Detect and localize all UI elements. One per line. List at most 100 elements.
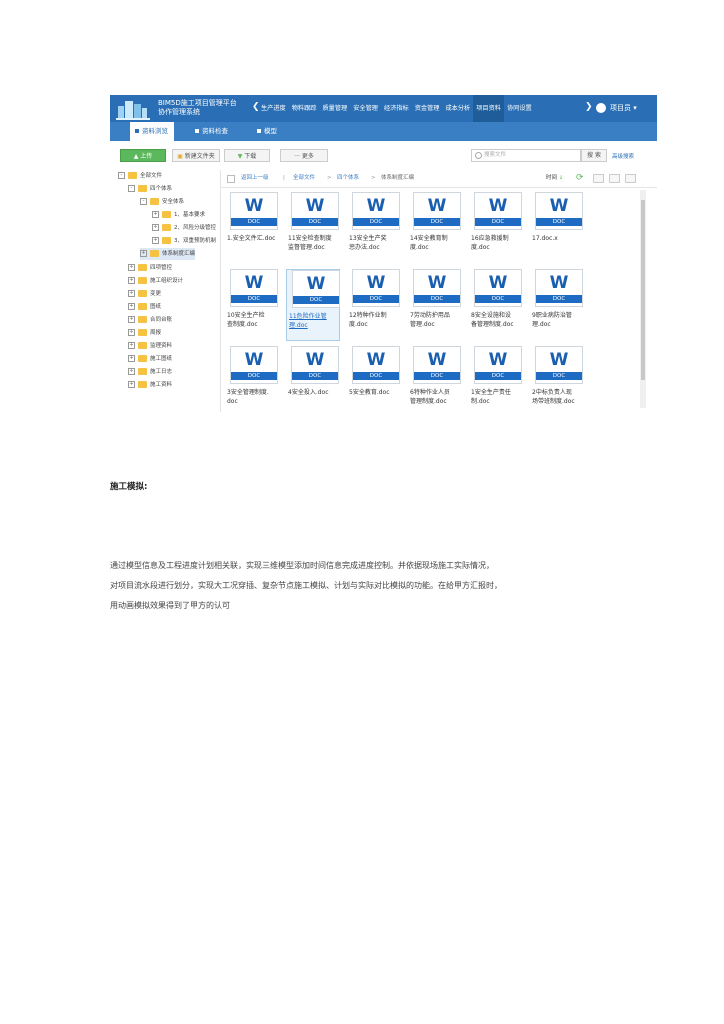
tree-node-selected[interactable]: + 体系制度汇编 — [140, 248, 196, 260]
nav-item-funds[interactable]: 资金管理 — [412, 95, 443, 122]
nav-item-quality[interactable]: 质量管理 — [320, 95, 351, 122]
breadcrumb-link[interactable]: 四个体系 — [337, 170, 359, 187]
tree-node[interactable]: + 施工日志 — [128, 366, 172, 378]
file-item[interactable]: W DOC 14安全教育制 度.doc — [408, 192, 462, 264]
view-toggle-thumb-icon[interactable] — [593, 174, 604, 183]
nav-next-icon[interactable]: ❯ — [585, 102, 593, 112]
expand-icon[interactable]: + — [128, 381, 135, 388]
word-doc-icon: W DOC — [474, 346, 522, 384]
tree-node[interactable]: +3、双重预防机制 — [152, 235, 216, 247]
tree-node[interactable]: + 图纸 — [128, 301, 161, 313]
more-button[interactable]: ··· 更多 — [280, 149, 328, 162]
sort-by-time[interactable]: 时间 ↓ — [546, 170, 563, 187]
tree-node[interactable]: +1、基本要求 — [152, 209, 205, 221]
paragraph-line: 对项目流水段进行划分，实现大工况穿插、复杂节点施工模拟、计划与实际对比模拟的功能… — [110, 581, 502, 590]
user-avatar-icon — [596, 103, 606, 113]
upload-button[interactable]: ▲ 上传 — [120, 149, 166, 162]
expand-icon[interactable]: + — [152, 211, 159, 218]
file-item[interactable]: W DOC 6特种作业人员 管理制度.doc — [408, 346, 462, 415]
file-item[interactable]: W DOC 7劳动防护用品 管理.doc — [408, 269, 462, 341]
tab-check[interactable]: 资料检查 — [190, 122, 234, 141]
new-folder-button[interactable]: ▣ 新建文件夹 — [172, 149, 220, 162]
file-item[interactable]: W DOC 4安全投入.doc — [286, 346, 340, 415]
breadcrumb: 返回上一级 | 全部文件 > 四个体系 > 体系制度汇编 时间 ↓ ⟳ — [221, 170, 657, 188]
file-item[interactable]: W DOC 11安全检查制度 监督管理.doc — [286, 192, 340, 264]
search-input[interactable]: 搜索文件 — [471, 149, 581, 162]
tree-node[interactable]: + 周报 — [128, 327, 161, 339]
tree-node[interactable]: + 变更 — [128, 288, 161, 300]
tree-node[interactable]: + 施工组织设计 — [128, 275, 183, 287]
collapse-icon[interactable]: - — [128, 185, 135, 192]
tree-node[interactable]: + 四项管控 — [128, 262, 172, 274]
file-item[interactable]: W DOC 1安全生产责任 制.doc — [469, 346, 523, 415]
tab-model[interactable]: 模型 — [252, 122, 283, 141]
expand-icon[interactable]: + — [128, 316, 135, 323]
tree-node[interactable]: + 合同台账 — [128, 314, 172, 326]
file-item[interactable]: W DOC 12特种作业制 度.doc — [347, 269, 401, 341]
embedded-screenshot: BIM5D施工项目管理平台 协作管理系统 ❮ 生产进度 物料跟踪 质量管理 安全… — [110, 95, 657, 415]
folder-icon — [128, 172, 137, 179]
view-toggle-grid-icon[interactable] — [625, 174, 636, 183]
folder-tree: - 全部文件 - 四个体系 - 安全体系 +1、基本要求 +2、风险分级管控 +3、双… — [118, 170, 218, 410]
nav-item-settings[interactable]: 协同设置 — [504, 95, 535, 122]
breadcrumb-back-link[interactable]: 返回上一级 — [241, 170, 269, 187]
file-item[interactable]: W DOC 1.安全文件汇.doc — [225, 192, 279, 264]
tree-node[interactable]: - 四个体系 — [128, 183, 172, 195]
expand-icon[interactable]: + — [140, 250, 147, 257]
select-all-checkbox[interactable] — [227, 175, 235, 183]
word-doc-icon: W DOC — [230, 192, 278, 230]
word-doc-icon: W DOC — [413, 346, 461, 384]
expand-icon[interactable]: + — [128, 368, 135, 375]
nav-item-safety[interactable]: 安全管理 — [350, 95, 381, 122]
nav-item-economic[interactable]: 经济指标 — [381, 95, 412, 122]
file-item[interactable]: W DOC 5安全教育.doc — [347, 346, 401, 415]
word-doc-icon: W DOC — [474, 269, 522, 307]
file-grid: W DOC 1.安全文件汇.doc W DOC 11安全检查制度 监督管理.doc WD… — [225, 192, 645, 412]
expand-icon[interactable]: + — [128, 290, 135, 297]
section-title: 施工模拟: — [110, 482, 148, 492]
expand-icon[interactable]: + — [128, 264, 135, 271]
advanced-search-link[interactable]: 高级搜索 — [612, 152, 634, 160]
file-item[interactable]: W DOC 3安全管理制度. doc — [225, 346, 279, 415]
breadcrumb-link[interactable]: 全部文件 — [293, 170, 315, 187]
expand-icon[interactable]: + — [128, 303, 135, 310]
view-toggle-list-icon[interactable] — [609, 174, 620, 183]
file-item[interactable]: W DOC 17.doc.x — [530, 192, 584, 264]
folder-icon — [138, 185, 147, 192]
folder-plus-icon: ▣ — [177, 153, 183, 160]
nav-item-progress[interactable]: 生产进度 — [258, 95, 289, 122]
download-button[interactable]: ▼ 下载 — [224, 149, 270, 162]
file-item[interactable]: W DOC 13安全生产奖 惩办法.doc — [347, 192, 401, 264]
tab-browse[interactable]: 资料浏览 — [130, 122, 174, 141]
expand-icon[interactable]: + — [128, 277, 135, 284]
file-pane-scrollbar[interactable] — [640, 190, 646, 408]
tree-node[interactable]: + 监理资料 — [128, 340, 172, 352]
expand-icon[interactable]: + — [128, 329, 135, 336]
tree-node[interactable]: + 施工资料 — [128, 379, 172, 391]
tree-node[interactable]: - 安全体系 — [140, 196, 184, 208]
nav-item-cost[interactable]: 成本分析 — [443, 95, 474, 122]
tree-node[interactable]: - 全部文件 — [118, 170, 162, 182]
file-item-selected[interactable]: W DOC 11危险作业管 理.doc — [286, 269, 340, 341]
expand-icon[interactable]: + — [128, 355, 135, 362]
nav-item-documents[interactable]: 项目资料 — [473, 95, 504, 122]
tree-node[interactable]: +2、风险分级管控 — [152, 222, 216, 234]
file-item[interactable]: W DOC 8安全设施和设 备管理制度.doc — [469, 269, 523, 341]
file-item[interactable]: W DOC 2中标负责人现 场带班制度.doc — [530, 346, 584, 415]
word-doc-icon: W DOC — [352, 346, 400, 384]
collapse-icon[interactable]: - — [140, 198, 147, 205]
collapse-icon[interactable]: - — [118, 172, 125, 179]
user-menu[interactable]: 项目员 ▾ — [596, 102, 637, 114]
scrollbar-thumb[interactable] — [641, 200, 645, 380]
tree-node[interactable]: + 施工图纸 — [128, 353, 172, 365]
search-button[interactable]: 搜 索 — [581, 149, 607, 162]
file-item[interactable]: W DOC 10安全生产检 查制度.doc — [225, 269, 279, 341]
word-doc-icon: W DOC — [535, 346, 583, 384]
nav-item-material[interactable]: 物料跟踪 — [289, 95, 320, 122]
file-item[interactable]: W DOC 9职业病防治管 理.doc — [530, 269, 584, 341]
file-item[interactable]: W DOC 16应急救援制 度.doc — [469, 192, 523, 264]
expand-icon[interactable]: + — [152, 224, 159, 231]
refresh-icon[interactable]: ⟳ — [576, 173, 584, 183]
expand-icon[interactable]: + — [152, 237, 159, 244]
expand-icon[interactable]: + — [128, 342, 135, 349]
